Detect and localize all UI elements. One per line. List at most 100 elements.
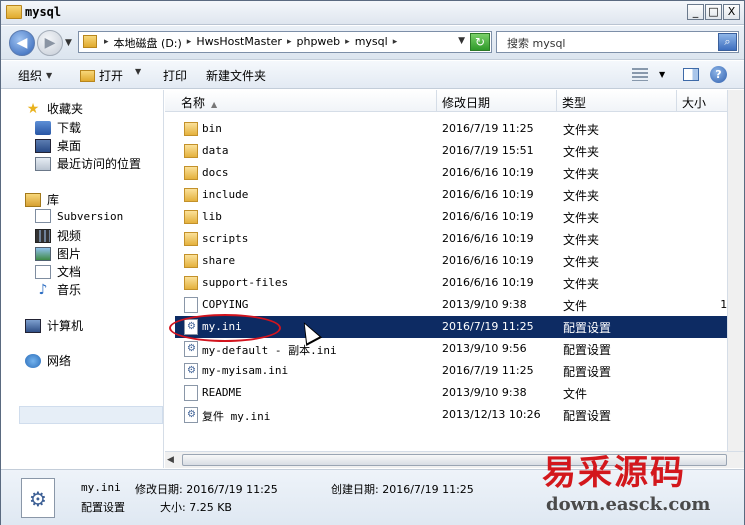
search-icon[interactable]: ⌕ bbox=[718, 33, 737, 51]
nav-libraries-label: 库 bbox=[47, 193, 60, 207]
file-type: 文件夹 bbox=[563, 189, 600, 203]
recent-pages-dropdown[interactable]: ▼ bbox=[65, 38, 72, 48]
folder-icon bbox=[184, 232, 198, 246]
search-input[interactable]: 搜索 mysql ⌕ bbox=[496, 31, 739, 53]
nav-music[interactable]: ♪ 音乐 bbox=[35, 281, 81, 298]
nav-libraries[interactable]: 库 bbox=[25, 191, 59, 208]
maximize-button[interactable]: □ bbox=[705, 4, 722, 20]
open-button[interactable]: 打开 bbox=[80, 67, 123, 84]
nav-subversion[interactable]: Subversion bbox=[35, 209, 123, 223]
nav-network[interactable]: 网络 bbox=[25, 352, 71, 369]
help-icon[interactable]: ? bbox=[710, 66, 727, 83]
config-file-icon bbox=[184, 341, 198, 357]
column-name-label: 名称 bbox=[181, 96, 206, 110]
file-name: docs bbox=[202, 166, 229, 179]
view-options-icon[interactable] bbox=[632, 68, 648, 81]
column-header-date[interactable]: 修改日期 bbox=[442, 94, 490, 111]
minimize-button[interactable]: _ bbox=[687, 4, 704, 20]
new-folder-button[interactable]: 新建文件夹 bbox=[206, 67, 266, 84]
watermark-chinese: 易采源码 bbox=[542, 453, 686, 493]
file-row[interactable]: README2013/9/10 9:38文件3 K bbox=[175, 382, 744, 404]
chevron-right-icon[interactable]: ▸ bbox=[284, 35, 295, 51]
library-icon bbox=[25, 192, 41, 207]
chevron-right-icon[interactable]: ▸ bbox=[390, 35, 401, 51]
print-button[interactable]: 打印 bbox=[163, 67, 187, 84]
file-row[interactable]: docs 2016/6/16 10:19 文件夹 bbox=[175, 162, 744, 184]
nav-videos[interactable]: 视频 bbox=[35, 227, 81, 244]
file-date: 2016/6/16 10:19 bbox=[442, 210, 534, 223]
breadcrumb-mysql[interactable]: mysql bbox=[353, 35, 390, 51]
nav-subversion-label: Subversion bbox=[57, 209, 124, 223]
breadcrumb-phpweb[interactable]: phpweb bbox=[294, 35, 342, 51]
new-folder-label: 新建文件夹 bbox=[206, 69, 267, 83]
file-type: 文件夹 bbox=[563, 233, 600, 247]
file-type: 文件夹 bbox=[563, 145, 600, 159]
nav-downloads[interactable]: 下载 bbox=[35, 119, 81, 136]
forward-button[interactable]: ▶ bbox=[37, 30, 63, 56]
chevron-right-icon[interactable]: ▸ bbox=[342, 35, 353, 51]
nav-desktop[interactable]: 桌面 bbox=[35, 137, 81, 154]
file-row[interactable]: 复件 my.ini2013/12/13 10:26配置设置8 K bbox=[175, 404, 744, 426]
address-input[interactable]: ▸ 本地磁盘 (D:) ▸ HwsHostMaster ▸ phpweb ▸ m… bbox=[78, 31, 492, 53]
nav-favorites[interactable]: ★ 收藏夹 bbox=[25, 100, 83, 117]
back-button[interactable]: ◀ bbox=[9, 30, 35, 56]
config-file-icon bbox=[184, 407, 198, 423]
file-row[interactable]: share 2016/6/16 10:19 文件夹 bbox=[175, 250, 744, 272]
organize-button[interactable]: 组织 ▼ bbox=[18, 67, 52, 84]
file-row[interactable]: my-myisam.ini2016/7/19 11:25配置设置9 K bbox=[175, 360, 744, 382]
breadcrumb-hwshostmaster[interactable]: HwsHostMaster bbox=[194, 35, 284, 51]
file-row[interactable]: my-default - 副本.ini2013/9/10 9:56配置设置2 K bbox=[175, 338, 744, 360]
column-header-type[interactable]: 类型 bbox=[562, 94, 586, 111]
vertical-scrollbar[interactable] bbox=[727, 90, 744, 451]
folder-icon bbox=[184, 122, 198, 136]
chevron-right-icon[interactable]: ▸ bbox=[101, 35, 112, 51]
file-row[interactable]: bin 2016/7/19 11:25 文件夹 bbox=[175, 118, 744, 140]
file-date: 2013/9/10 9:56 bbox=[442, 342, 527, 355]
chevron-right-icon[interactable]: ▸ bbox=[184, 35, 195, 51]
file-date: 2013/9/10 9:38 bbox=[442, 298, 527, 311]
sort-ascending-icon: ▲ bbox=[211, 100, 218, 109]
file-row[interactable]: scripts 2016/6/16 10:19 文件夹 bbox=[175, 228, 744, 250]
file-date: 2016/7/19 11:25 bbox=[442, 122, 534, 135]
file-name: README bbox=[202, 386, 242, 399]
explorer-window: mysql _ □ X ◀ ▶ ▼ ▸ 本地磁盘 (D:) ▸ HwsHostM… bbox=[0, 0, 745, 525]
chevron-down-icon[interactable]: ▼ bbox=[659, 70, 665, 79]
open-dropdown[interactable]: ▼ bbox=[135, 67, 141, 76]
address-history-dropdown[interactable]: ▼ bbox=[458, 36, 465, 46]
column-divider[interactable] bbox=[436, 90, 437, 112]
star-icon: ★ bbox=[26, 100, 40, 117]
details-modified: 修改日期: 2016/7/19 11:25 bbox=[135, 483, 278, 496]
preview-pane-icon[interactable] bbox=[683, 68, 699, 81]
video-icon bbox=[35, 228, 51, 243]
file-type: 文件夹 bbox=[563, 123, 600, 137]
nav-computer[interactable]: 计算机 bbox=[25, 317, 83, 334]
refresh-button[interactable]: ↻ bbox=[470, 33, 490, 51]
close-button[interactable]: X bbox=[723, 4, 740, 20]
folder-icon bbox=[6, 5, 22, 19]
folder-icon bbox=[184, 166, 198, 180]
nav-recent[interactable]: 最近访问的位置 bbox=[35, 155, 141, 172]
nav-documents-label: 文档 bbox=[57, 265, 82, 279]
file-name: share bbox=[202, 254, 236, 267]
column-divider[interactable] bbox=[556, 90, 557, 112]
column-divider[interactable] bbox=[676, 90, 677, 112]
nav-pictures-label: 图片 bbox=[57, 247, 82, 261]
desktop-icon bbox=[35, 138, 51, 153]
nav-downloads-label: 下载 bbox=[57, 121, 82, 135]
file-row[interactable]: lib 2016/6/16 10:19 文件夹 bbox=[175, 206, 744, 228]
file-type: 文件 bbox=[563, 299, 588, 313]
file-row[interactable]: COPYING2013/9/10 9:38文件18 K bbox=[175, 294, 744, 316]
file-name: scripts bbox=[202, 232, 249, 245]
scroll-left-icon[interactable]: ◀ bbox=[167, 455, 174, 465]
search-placeholder: 搜索 mysql bbox=[507, 37, 566, 50]
file-row[interactable]: data 2016/7/19 15:51 文件夹 bbox=[175, 140, 744, 162]
details-type: 配置设置 bbox=[81, 501, 125, 514]
nav-pictures[interactable]: 图片 bbox=[35, 245, 81, 262]
column-header-size[interactable]: 大小 bbox=[682, 94, 706, 111]
file-icon bbox=[184, 385, 198, 401]
column-header-name[interactable]: 名称 ▲ bbox=[181, 94, 217, 111]
file-row[interactable]: include 2016/6/16 10:19 文件夹 bbox=[175, 184, 744, 206]
nav-documents[interactable]: 文档 bbox=[35, 263, 81, 280]
file-row[interactable]: support-files 2016/6/16 10:19 文件夹 bbox=[175, 272, 744, 294]
breadcrumb-drive[interactable]: 本地磁盘 (D:) bbox=[112, 35, 184, 51]
